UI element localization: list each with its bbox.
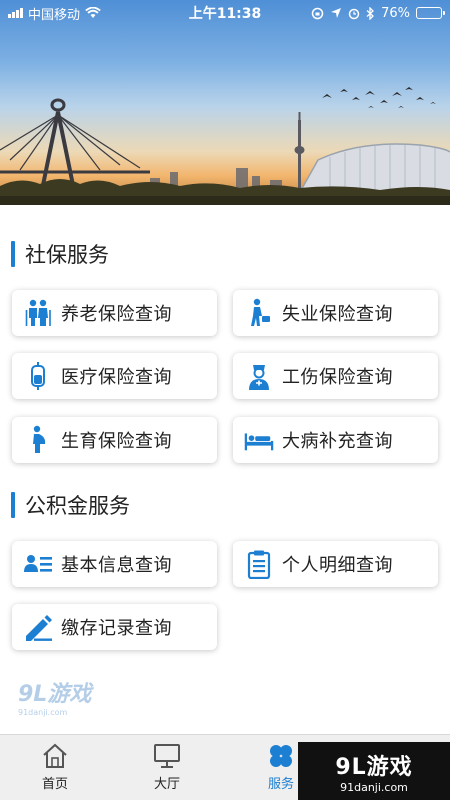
tab-label: 大厅	[153, 777, 180, 792]
location-icon	[331, 8, 342, 18]
hero-banner: 中国移动 上午11:38 76%	[0, 0, 450, 205]
iv-drip-icon	[23, 361, 53, 391]
card-label: 养老保险查询	[61, 304, 172, 325]
nurse-icon	[244, 361, 274, 391]
card-label: 医疗保险查询	[61, 367, 172, 388]
user-info-icon	[23, 549, 53, 579]
battery-percent: 76%	[381, 5, 410, 21]
watermark-corner-domain: 91danji.com	[340, 780, 408, 794]
tab-hall[interactable]: 大厅	[122, 735, 212, 800]
medical-query-button[interactable]: 医疗保险查询	[12, 353, 217, 399]
bluetooth-icon	[366, 6, 375, 20]
deposit-record-query-button[interactable]: 缴存记录查询	[12, 604, 217, 650]
tab-home[interactable]: 首页	[10, 735, 100, 800]
tab-label: 服务	[267, 777, 294, 792]
section-title-text: 社保服务	[25, 243, 109, 267]
watermark-corner-logo: 9L游戏 91danji.com	[298, 742, 450, 800]
alarm-icon	[348, 8, 360, 19]
maternity-query-button[interactable]: 生育保险查询	[12, 417, 217, 463]
basic-info-query-button[interactable]: 基本信息查询	[12, 541, 217, 587]
screen-lock-icon	[311, 7, 324, 19]
edit-record-icon	[23, 612, 53, 642]
hospital-bed-icon	[244, 425, 274, 455]
watermark-domain-text: 91danji.com	[18, 708, 68, 717]
card-label: 个人明细查询	[282, 555, 393, 576]
walking-person-briefcase-icon	[244, 298, 274, 328]
wifi-icon	[85, 7, 101, 18]
signal-icon	[8, 8, 23, 18]
section-social-title: 社保服务	[11, 239, 109, 269]
elderly-couple-icon	[23, 298, 53, 328]
watermark-corner-text: 9L游戏	[335, 754, 413, 780]
card-label: 基本信息查询	[61, 555, 172, 576]
city-skyline-image	[0, 87, 450, 205]
battery-icon	[416, 7, 445, 19]
card-label: 工伤保险查询	[282, 367, 393, 388]
status-bar: 中国移动 上午11:38 76%	[0, 0, 450, 26]
unemployment-query-button[interactable]: 失业保险查询	[233, 290, 438, 336]
clipboard-list-icon	[244, 549, 274, 579]
monitor-icon	[154, 744, 180, 768]
card-label: 生育保险查询	[61, 431, 172, 452]
section-accent-bar	[11, 241, 15, 267]
work-injury-query-button[interactable]: 工伤保险查询	[233, 353, 438, 399]
status-time: 上午11:38	[188, 6, 262, 22]
personal-detail-query-button[interactable]: 个人明细查询	[233, 541, 438, 587]
section-fund-title: 公积金服务	[11, 490, 130, 520]
carrier-label: 中国移动	[28, 7, 81, 23]
watermark-logo-text: 9L游戏	[18, 682, 92, 707]
pregnant-woman-icon	[23, 425, 53, 455]
pension-query-button[interactable]: 养老保险查询	[12, 290, 217, 336]
section-title-text: 公积金服务	[25, 494, 130, 518]
tab-label: 首页	[41, 777, 68, 792]
card-label: 缴存记录查询	[61, 618, 172, 639]
home-icon	[43, 743, 67, 768]
clover-icon	[270, 745, 292, 767]
card-label: 大病补充查询	[282, 431, 393, 452]
card-label: 失业保险查询	[282, 304, 393, 325]
serious-illness-query-button[interactable]: 大病补充查询	[233, 417, 438, 463]
section-accent-bar	[11, 492, 15, 518]
watermark-logo: 9L游戏 91danji.com	[18, 676, 91, 717]
